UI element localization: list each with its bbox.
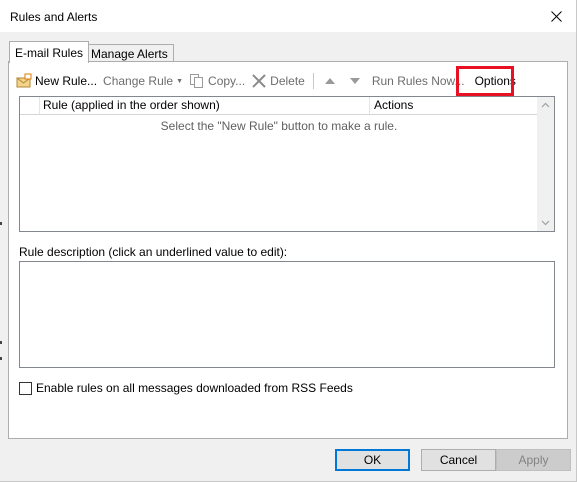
rss-rules-label[interactable]: Enable rules on all messages downloaded … xyxy=(36,381,353,395)
rules-list[interactable]: Rule (applied in the order shown) Action… xyxy=(19,96,555,232)
empty-rules-message: Select the "New Rule" button to make a r… xyxy=(160,119,398,133)
tab-email-rules[interactable]: E-mail Rules xyxy=(9,41,90,63)
arrow-down-icon xyxy=(347,73,363,89)
rule-description-box[interactable] xyxy=(19,261,555,368)
dialog-title: Rules and Alerts xyxy=(10,10,98,24)
title-bar: Rules and Alerts xyxy=(0,0,576,32)
rss-rules-option[interactable]: Enable rules on all messages downloaded … xyxy=(19,381,353,395)
toolbar-separator xyxy=(312,73,314,89)
column-header-actions[interactable]: Actions xyxy=(370,97,413,114)
column-header-rule[interactable]: Rule (applied in the order shown) xyxy=(40,97,370,114)
new-rule-icon xyxy=(16,73,32,89)
cancel-button[interactable]: Cancel xyxy=(421,449,496,471)
move-down-button[interactable] xyxy=(344,70,369,92)
rules-and-alerts-dialog: Rules and Alerts E-mail Rules Manage Ale… xyxy=(0,0,577,482)
apply-button[interactable]: Apply xyxy=(496,449,571,471)
rules-list-header: Rule (applied in the order shown) Action… xyxy=(20,97,538,115)
delete-label: Delete xyxy=(270,74,305,88)
change-rule-label: Change Rule xyxy=(103,74,174,88)
chevron-down-icon: ▼ xyxy=(176,77,184,85)
rule-description-label: Rule description (click an underlined va… xyxy=(19,245,288,259)
rules-toolbar: New Rule... Change Rule ▼ Copy... Delete… xyxy=(13,70,533,92)
scroll-up-icon[interactable] xyxy=(541,101,550,110)
scroll-down-icon[interactable] xyxy=(541,218,550,227)
rss-rules-checkbox[interactable] xyxy=(19,381,32,395)
copy-label: Copy... xyxy=(208,74,246,88)
background-edge-mark xyxy=(0,357,2,360)
background-edge-mark xyxy=(0,341,2,344)
new-rule-button[interactable]: New Rule... xyxy=(13,70,100,92)
background-edge-mark xyxy=(0,222,2,225)
copy-icon xyxy=(189,73,205,89)
close-icon xyxy=(550,10,562,22)
move-up-button[interactable] xyxy=(319,70,344,92)
change-rule-button[interactable]: Change Rule ▼ xyxy=(100,70,186,92)
ok-button[interactable]: OK xyxy=(335,449,410,471)
new-rule-label: New Rule... xyxy=(35,74,98,88)
close-button[interactable] xyxy=(536,0,576,32)
options-highlight-box xyxy=(456,66,514,96)
run-rules-now-label: Run Rules Now... xyxy=(371,74,465,88)
arrow-up-icon xyxy=(322,73,338,89)
rules-list-scrollbar[interactable] xyxy=(537,97,554,231)
column-header-checkbox xyxy=(20,97,40,114)
delete-button[interactable]: Delete xyxy=(248,70,308,92)
run-rules-now-button[interactable]: Run Rules Now... xyxy=(369,70,468,92)
copy-button[interactable]: Copy... xyxy=(186,70,248,92)
delete-x-icon xyxy=(251,73,267,89)
tab-manage-alerts[interactable]: Manage Alerts xyxy=(85,44,174,62)
